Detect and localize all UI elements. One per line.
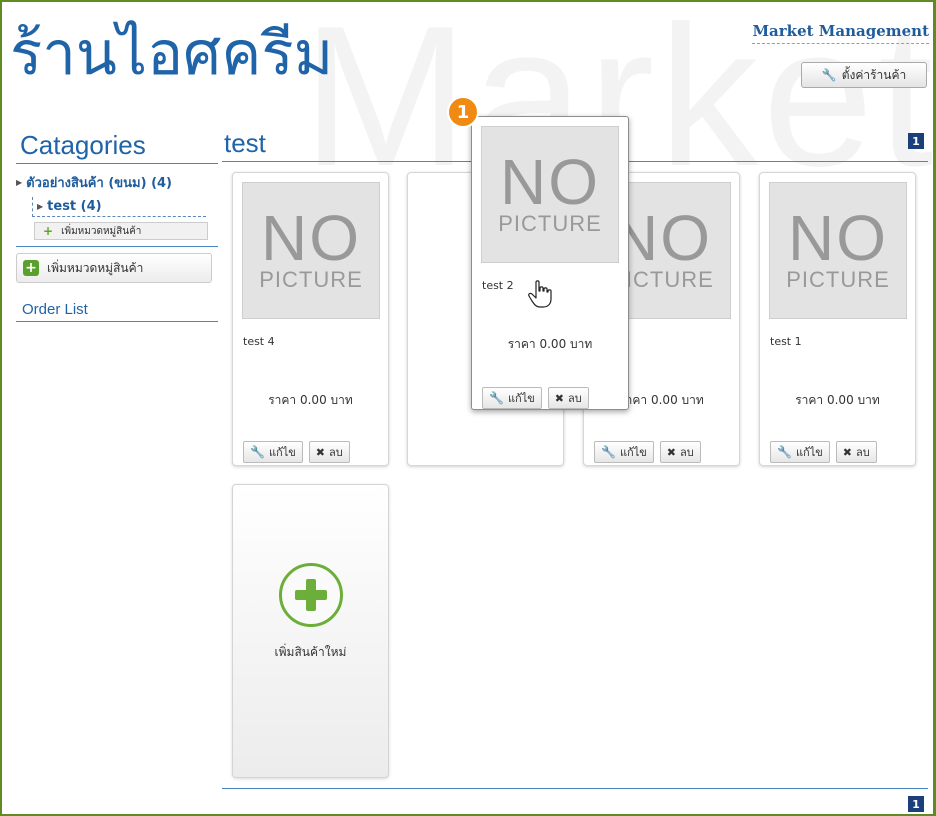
close-icon: ✖ — [554, 391, 564, 405]
triangle-right-icon: ▶ — [16, 178, 23, 187]
delete-button[interactable]: ✖ ลบ — [659, 441, 701, 463]
add-subcategory-label: เพิ่มหมวดหมู่สินค้า — [61, 225, 142, 237]
no-picture-image: NO PICTURE — [481, 126, 619, 263]
delete-label: ลบ — [679, 446, 694, 459]
edit-button[interactable]: 🔧 แก้ไข — [770, 441, 830, 463]
product-name: test 2 — [482, 279, 514, 292]
plus-icon: + — [43, 224, 54, 238]
triangle-right-icon: ▶ — [37, 202, 44, 211]
hand-cursor-icon — [528, 280, 552, 308]
product-price: ราคา 0.00 บาท — [795, 393, 880, 407]
delete-label: ลบ — [855, 446, 870, 459]
wrench-icon: 🔧 — [250, 445, 265, 459]
wrench-icon: 🔧 — [777, 445, 792, 459]
add-plus-icon — [279, 563, 343, 627]
no-picture-text: NO — [261, 201, 361, 274]
edit-label: แก้ไข — [268, 446, 296, 459]
no-picture-image: NO PICTURE — [769, 182, 907, 319]
product-card[interactable]: NO PICTURE test 1 ราคา 0.00 บาท 🔧 แก้ไข ✖… — [759, 172, 916, 466]
category-heading: test — [224, 128, 266, 158]
add-category-button[interactable]: + เพิ่มหมวดหมู่สินค้า — [16, 253, 212, 283]
add-subcategory-button[interactable]: + เพิ่มหมวดหมู่สินค้า — [34, 222, 208, 240]
product-name: test 1 — [770, 335, 802, 348]
shop-title: ร้านไอศครีม — [10, 19, 334, 89]
subcategory-label: test (4) — [47, 199, 102, 214]
dragged-product-card[interactable]: NO PICTURE test 2 ราคา 0.00 บาท 🔧 แก้ไข ✖… — [471, 116, 629, 410]
product-card[interactable]: NO PICTURE test 4 ราคา 0.00 บาท 🔧 แก้ไข ✖… — [232, 172, 389, 466]
wrench-icon: 🔧 — [601, 445, 616, 459]
product-name: test 4 — [243, 335, 275, 348]
edit-button[interactable]: 🔧 แก้ไข — [243, 441, 303, 463]
no-picture-text: NO — [500, 145, 600, 218]
close-icon: ✖ — [666, 445, 676, 459]
subcategory-item[interactable]: ▶ test (4) — [32, 197, 206, 217]
wrench-icon: 🔧 — [821, 68, 837, 82]
shop-settings-button[interactable]: 🔧 ตั้งค่าร้านค้า — [801, 62, 927, 88]
market-management-link[interactable]: Market Management — [752, 22, 929, 44]
delete-button[interactable]: ✖ ลบ — [308, 441, 350, 463]
card-actions: 🔧 แก้ไข ✖ ลบ — [770, 441, 877, 463]
delete-label: ลบ — [328, 446, 343, 459]
page-number-top[interactable]: 1 — [908, 133, 924, 149]
no-picture-image: NO PICTURE — [242, 182, 380, 319]
no-picture-subtext: PICTURE — [786, 266, 890, 292]
close-icon: ✖ — [315, 445, 325, 459]
card-actions: 🔧 แก้ไข ✖ ลบ — [482, 387, 589, 409]
category-item[interactable]: ▶ ตัวอย่างสินค้า (ขนม) (4) — [16, 172, 218, 193]
step-badge: 1 — [447, 96, 479, 128]
product-price: ราคา 0.00 บาท — [507, 337, 593, 351]
add-product-card[interactable]: เพิ่มสินค้าใหม่ — [232, 484, 389, 778]
delete-label: ลบ — [567, 392, 582, 405]
category-label: ตัวอย่างสินค้า (ขนม) (4) — [26, 176, 172, 191]
edit-label: แก้ไข — [795, 446, 823, 459]
card-actions: 🔧 แก้ไข ✖ ลบ — [594, 441, 701, 463]
no-picture-subtext: PICTURE — [498, 210, 602, 236]
plus-icon: + — [23, 260, 39, 276]
edit-button[interactable]: 🔧 แก้ไข — [594, 441, 654, 463]
bottom-divider — [222, 788, 928, 789]
delete-button[interactable]: ✖ ลบ — [547, 387, 589, 409]
add-category-label: เพิ่มหมวดหมู่สินค้า — [47, 260, 144, 275]
edit-button[interactable]: 🔧 แก้ไข — [482, 387, 542, 409]
delete-button[interactable]: ✖ ลบ — [835, 441, 877, 463]
divider — [16, 246, 218, 247]
product-price: ราคา 0.00 บาท — [268, 393, 353, 407]
order-list-link[interactable]: Order List — [16, 301, 218, 322]
edit-label: แก้ไข — [507, 392, 535, 405]
no-picture-subtext: PICTURE — [259, 266, 363, 292]
add-product-label: เพิ่มสินค้าใหม่ — [274, 645, 347, 659]
close-icon: ✖ — [842, 445, 852, 459]
no-picture-text: NO — [788, 201, 888, 274]
shop-settings-label: ตั้งค่าร้านค้า — [841, 67, 907, 82]
categories-title: Catagories — [16, 130, 218, 164]
card-actions: 🔧 แก้ไข ✖ ลบ — [243, 441, 350, 463]
wrench-icon: 🔧 — [489, 391, 504, 405]
app-frame: Market ร้านไอศครีม Market Management 🔧 ต… — [0, 0, 936, 816]
page-number-bottom[interactable]: 1 — [908, 796, 924, 812]
edit-label: แก้ไข — [619, 446, 647, 459]
sidebar: Catagories ▶ ตัวอย่างสินค้า (ขนม) (4) ▶ … — [16, 130, 218, 322]
